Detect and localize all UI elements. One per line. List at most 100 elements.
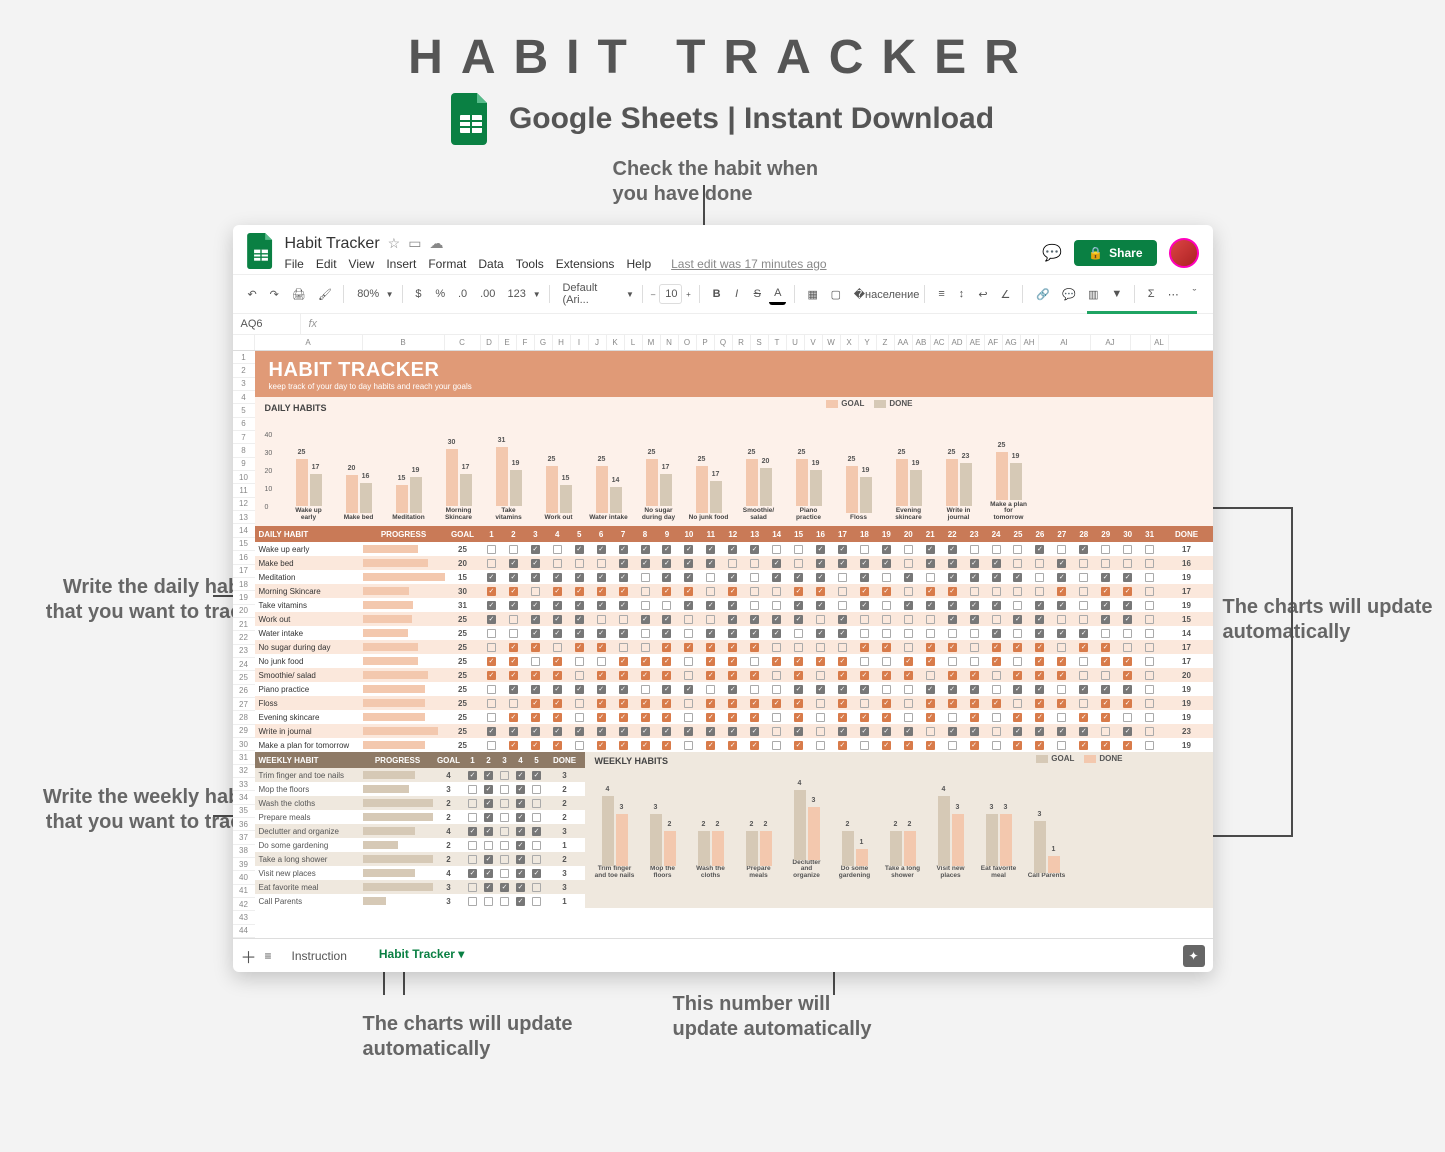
weekly-habit-name[interactable]: Call Parents	[255, 897, 363, 906]
checkbox[interactable]	[904, 699, 913, 708]
checkbox[interactable]: ✓	[1101, 615, 1110, 624]
row-header[interactable]: 41	[233, 885, 255, 898]
checkbox[interactable]	[1057, 643, 1066, 652]
goal-cell[interactable]: 30	[445, 587, 481, 596]
checkbox[interactable]: ✓	[970, 699, 979, 708]
checkbox[interactable]	[882, 629, 891, 638]
checkbox[interactable]: ✓	[1123, 573, 1132, 582]
checkbox[interactable]: ✓	[1101, 643, 1110, 652]
menu-data[interactable]: Data	[478, 257, 503, 271]
checkbox[interactable]	[970, 587, 979, 596]
weekly-goal[interactable]: 4	[433, 827, 465, 836]
checkbox[interactable]	[1035, 573, 1044, 582]
row-header[interactable]: 25	[233, 671, 255, 684]
checkbox[interactable]: ✓	[992, 559, 1001, 568]
checkbox[interactable]	[662, 601, 671, 610]
checkbox[interactable]: ✓	[970, 713, 979, 722]
checkbox[interactable]: ✓	[1101, 573, 1110, 582]
format-123-button[interactable]: 123	[503, 285, 529, 303]
col-header[interactable]: AL	[1151, 335, 1169, 350]
checkbox[interactable]	[816, 615, 825, 624]
row-header[interactable]: 40	[233, 871, 255, 884]
checkbox[interactable]: ✓	[1123, 699, 1132, 708]
name-box[interactable]: AQ6	[233, 314, 301, 334]
checkbox[interactable]: ✓	[531, 685, 540, 694]
checkbox[interactable]: ✓	[728, 545, 737, 554]
checkbox[interactable]: ✓	[860, 601, 869, 610]
checkbox[interactable]: ✓	[1079, 727, 1088, 736]
checkbox[interactable]	[1145, 601, 1154, 610]
checkbox[interactable]: ✓	[597, 629, 606, 638]
checkbox[interactable]	[1057, 713, 1066, 722]
checkbox[interactable]: ✓	[1123, 727, 1132, 736]
checkbox[interactable]: ✓	[484, 827, 493, 836]
checkbox[interactable]: ✓	[838, 685, 847, 694]
checkbox[interactable]	[509, 699, 518, 708]
checkbox[interactable]: ✓	[904, 741, 913, 750]
checkbox[interactable]	[532, 813, 541, 822]
checkbox[interactable]	[750, 685, 759, 694]
link-button[interactable]: 🔗	[1031, 285, 1053, 304]
checkbox[interactable]	[970, 545, 979, 554]
checkbox[interactable]	[553, 559, 562, 568]
checkbox[interactable]: ✓	[531, 671, 540, 680]
checkbox[interactable]	[684, 615, 693, 624]
checkbox[interactable]: ✓	[992, 601, 1001, 610]
goal-cell[interactable]: 31	[445, 601, 481, 610]
checkbox[interactable]: ✓	[970, 615, 979, 624]
checkbox[interactable]: ✓	[816, 587, 825, 596]
comments-icon[interactable]: 💬	[1042, 243, 1062, 263]
print-button[interactable]: 🖨	[287, 285, 309, 304]
goal-cell[interactable]: 25	[445, 643, 481, 652]
checkbox[interactable]	[1079, 573, 1088, 582]
checkbox[interactable]	[575, 741, 584, 750]
checkbox[interactable]	[532, 799, 541, 808]
checkbox[interactable]	[772, 671, 781, 680]
checkbox[interactable]: ✓	[532, 869, 541, 878]
checkbox[interactable]	[487, 741, 496, 750]
checkbox[interactable]	[532, 897, 541, 906]
row-header[interactable]: 31	[233, 751, 255, 764]
col-header[interactable]: AJ	[1091, 335, 1131, 350]
checkbox[interactable]: ✓	[575, 545, 584, 554]
checkbox[interactable]	[1145, 587, 1154, 596]
checkbox[interactable]	[794, 643, 803, 652]
checkbox[interactable]: ✓	[619, 685, 628, 694]
checkbox[interactable]	[532, 785, 541, 794]
weekly-habit-name[interactable]: Eat favorite meal	[255, 883, 363, 892]
habit-name-cell[interactable]: Make bed	[255, 559, 363, 568]
checkbox[interactable]	[641, 643, 650, 652]
col-header[interactable]: AI	[1039, 335, 1091, 350]
habit-name-cell[interactable]: Write in journal	[255, 727, 363, 736]
row-header[interactable]: 6	[233, 418, 255, 431]
checkbox[interactable]: ✓	[860, 587, 869, 596]
checkbox[interactable]: ✓	[509, 727, 518, 736]
checkbox[interactable]: ✓	[728, 573, 737, 582]
checkbox[interactable]	[641, 573, 650, 582]
checkbox[interactable]: ✓	[926, 657, 935, 666]
checkbox[interactable]: ✓	[1123, 671, 1132, 680]
checkbox[interactable]	[970, 629, 979, 638]
checkbox[interactable]: ✓	[684, 545, 693, 554]
checkbox[interactable]	[509, 629, 518, 638]
menu-edit[interactable]: Edit	[316, 257, 337, 271]
checkbox[interactable]	[1057, 685, 1066, 694]
checkbox[interactable]	[487, 699, 496, 708]
checkbox[interactable]: ✓	[728, 727, 737, 736]
goal-cell[interactable]: 25	[445, 657, 481, 666]
checkbox[interactable]: ✓	[860, 727, 869, 736]
checkbox[interactable]	[1101, 545, 1110, 554]
checkbox[interactable]: ✓	[641, 713, 650, 722]
checkbox[interactable]: ✓	[948, 643, 957, 652]
checkbox[interactable]	[1123, 559, 1132, 568]
checkbox[interactable]: ✓	[816, 573, 825, 582]
checkbox[interactable]: ✓	[1035, 741, 1044, 750]
checkbox[interactable]: ✓	[926, 545, 935, 554]
row-header[interactable]: 44	[233, 925, 255, 938]
checkbox[interactable]	[1013, 657, 1022, 666]
weekly-goal[interactable]: 2	[433, 813, 465, 822]
checkbox[interactable]: ✓	[1101, 713, 1110, 722]
checkbox[interactable]: ✓	[948, 685, 957, 694]
checkbox[interactable]: ✓	[838, 629, 847, 638]
checkbox[interactable]: ✓	[575, 615, 584, 624]
